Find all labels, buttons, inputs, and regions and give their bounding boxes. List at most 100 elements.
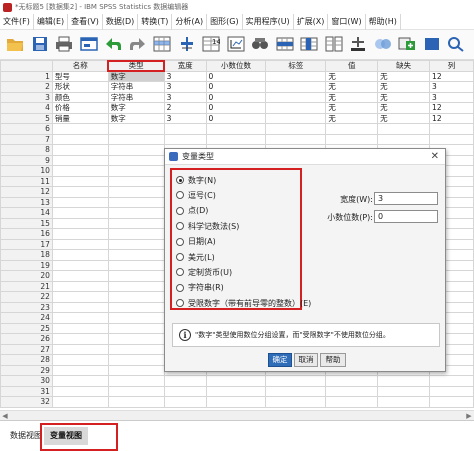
row-number[interactable]: 5 <box>0 112 53 124</box>
table-cell[interactable]: 0 <box>205 91 267 103</box>
table-cell[interactable]: 无 <box>325 70 379 82</box>
row-number[interactable]: 17 <box>0 238 53 250</box>
use-variable-sets-icon[interactable] <box>421 33 443 55</box>
variables-icon[interactable]: 14 <box>200 33 222 55</box>
table-cell[interactable] <box>107 249 165 261</box>
table-cell[interactable] <box>325 375 379 387</box>
decimals-field[interactable]: 0 <box>374 210 438 223</box>
table-cell[interactable]: 形状 <box>51 81 109 93</box>
row-number[interactable]: 13 <box>0 196 53 208</box>
table-cell[interactable] <box>51 259 109 271</box>
open-icon[interactable] <box>4 33 26 55</box>
table-cell[interactable]: 3 <box>429 81 474 93</box>
table-cell[interactable] <box>265 375 327 387</box>
select-cases-icon[interactable] <box>372 33 394 55</box>
row-number[interactable]: 14 <box>0 207 53 219</box>
table-cell[interactable] <box>51 364 109 376</box>
row-number[interactable]: 26 <box>0 333 53 345</box>
table-cell[interactable] <box>107 270 165 282</box>
table-cell[interactable] <box>107 312 165 324</box>
row-number[interactable]: 22 <box>0 291 53 303</box>
row-number[interactable]: 3 <box>0 91 53 103</box>
table-cell[interactable] <box>107 144 165 156</box>
table-cell[interactable] <box>51 312 109 324</box>
type-option[interactable]: 定制货币(U) <box>176 265 232 279</box>
print-icon[interactable] <box>53 33 75 55</box>
row-number[interactable]: 12 <box>0 186 53 198</box>
table-cell[interactable] <box>107 343 165 355</box>
row-number[interactable]: 29 <box>0 364 53 376</box>
save-icon[interactable] <box>29 33 51 55</box>
column-header[interactable] <box>0 60 53 72</box>
table-cell[interactable] <box>107 291 165 303</box>
table-cell[interactable]: 无 <box>377 112 431 124</box>
row-number[interactable]: 27 <box>0 343 53 355</box>
table-cell[interactable] <box>265 133 327 145</box>
table-cell[interactable] <box>51 322 109 334</box>
table-cell[interactable] <box>51 238 109 250</box>
table-cell[interactable] <box>107 301 165 313</box>
type-option[interactable]: 受限数字（带有前导零的整数）(E) <box>176 296 446 310</box>
table-cell[interactable] <box>107 175 165 187</box>
table-cell[interactable]: 12 <box>429 70 474 82</box>
table-cell[interactable] <box>51 385 109 397</box>
table-cell[interactable] <box>205 396 267 408</box>
table-cell[interactable] <box>107 238 165 250</box>
table-cell[interactable] <box>429 396 474 408</box>
table-cell[interactable] <box>265 123 327 135</box>
table-cell[interactable] <box>51 396 109 408</box>
radio-button-icon[interactable] <box>176 299 184 308</box>
row-number[interactable]: 21 <box>0 280 53 292</box>
row-number[interactable]: 9 <box>0 154 53 166</box>
table-cell[interactable] <box>377 375 431 387</box>
table-cell[interactable] <box>51 207 109 219</box>
column-header[interactable]: 类型 <box>107 59 166 72</box>
table-cell[interactable]: 无 <box>377 81 431 93</box>
row-number[interactable]: 18 <box>0 249 53 261</box>
dialog-recall-icon[interactable] <box>78 33 100 55</box>
table-cell[interactable]: 3 <box>163 81 207 93</box>
menu-item[interactable]: 编辑(E) <box>34 13 69 30</box>
table-cell[interactable] <box>163 375 207 387</box>
table-cell[interactable]: 字符串 <box>107 81 165 93</box>
table-cell[interactable]: 无 <box>325 112 379 124</box>
table-cell[interactable]: 销量 <box>51 112 109 124</box>
menu-item[interactable]: 帮助(H) <box>366 13 401 30</box>
type-option[interactable]: 逗号(C) <box>176 188 216 202</box>
table-cell[interactable] <box>51 133 109 145</box>
column-header[interactable]: 值 <box>325 60 379 72</box>
table-cell[interactable] <box>51 280 109 292</box>
table-cell[interactable]: 无 <box>325 102 379 114</box>
table-cell[interactable]: 12 <box>429 102 474 114</box>
table-cell[interactable] <box>51 154 109 166</box>
table-cell[interactable] <box>107 186 165 198</box>
row-number[interactable]: 32 <box>0 396 53 408</box>
table-cell[interactable] <box>325 133 379 145</box>
ok-button[interactable]: 确定 <box>268 353 292 367</box>
row-number[interactable]: 23 <box>0 301 53 313</box>
table-cell[interactable] <box>51 301 109 313</box>
row-number[interactable]: 25 <box>0 322 53 334</box>
value-labels-icon[interactable] <box>396 33 418 55</box>
table-cell[interactable] <box>107 154 165 166</box>
table-cell[interactable] <box>325 396 379 408</box>
row-number[interactable]: 7 <box>0 133 53 145</box>
type-option[interactable]: 数字(N) <box>176 173 216 187</box>
column-header[interactable]: 标签 <box>265 60 327 72</box>
find-icon[interactable] <box>249 33 271 55</box>
table-cell[interactable] <box>429 123 474 135</box>
table-cell[interactable] <box>51 165 109 177</box>
row-number[interactable]: 31 <box>0 385 53 397</box>
row-number[interactable]: 4 <box>0 102 53 114</box>
table-cell[interactable] <box>51 291 109 303</box>
menu-item[interactable]: 数据(D) <box>103 13 139 30</box>
column-header[interactable]: 小数位数 <box>205 60 267 72</box>
table-cell[interactable] <box>325 385 379 397</box>
table-cell[interactable] <box>107 228 165 240</box>
table-cell[interactable]: 无 <box>377 102 431 114</box>
radio-button-icon[interactable] <box>176 191 184 200</box>
row-number[interactable]: 16 <box>0 228 53 240</box>
table-cell[interactable] <box>51 270 109 282</box>
table-cell[interactable] <box>265 91 327 103</box>
row-number[interactable]: 2 <box>0 81 53 93</box>
